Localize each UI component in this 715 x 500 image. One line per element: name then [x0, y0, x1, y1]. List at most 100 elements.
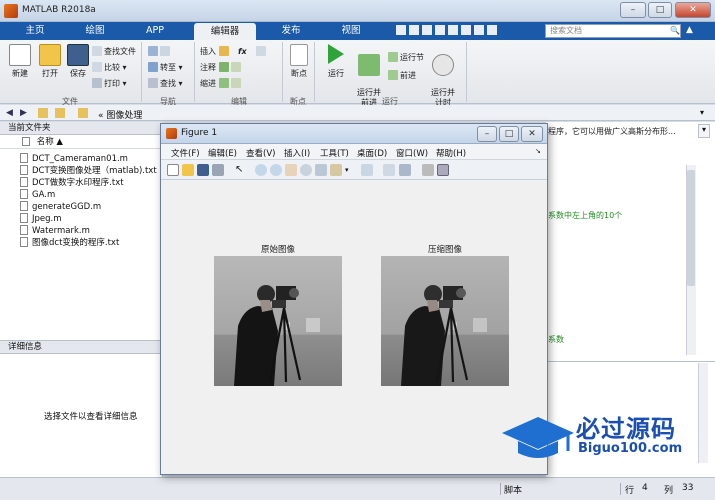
figure-menubar: 文件(F) 编辑(E) 查看(V) 插入(I) 工具(T) 桌面(D) 窗口(W…	[161, 144, 547, 160]
m-file-icon	[20, 225, 28, 235]
indent-icon	[218, 78, 229, 88]
status-col: 33	[682, 483, 694, 493]
breakpoint-icon	[290, 44, 308, 66]
data-cursor-icon[interactable]	[315, 164, 327, 176]
list-item[interactable]: GA.m	[20, 189, 55, 201]
maximize-button[interactable]: □	[648, 2, 672, 18]
tab-publish[interactable]: 发布	[262, 22, 320, 40]
back-arrow-icon[interactable]: ◀	[6, 108, 13, 118]
collapse-ribbon-icon[interactable]: ▲	[686, 25, 696, 37]
run-advance-icon	[358, 54, 380, 76]
txt-file-icon	[20, 237, 28, 247]
browse-folder-icon[interactable]	[55, 108, 65, 118]
insert-button[interactable]: 插入	[200, 46, 231, 58]
print-figure-icon[interactable]	[212, 164, 224, 176]
zoom-out-icon[interactable]	[270, 164, 282, 176]
list-item[interactable]: Watermark.m	[20, 225, 90, 237]
brush-icon[interactable]	[330, 164, 342, 176]
m-file-icon	[20, 201, 28, 211]
figure-close-button[interactable]: ✕	[521, 126, 543, 142]
timer-icon	[432, 54, 454, 76]
legend-icon[interactable]	[399, 164, 411, 176]
tab-view[interactable]: 视图	[322, 22, 380, 40]
pan-icon[interactable]	[285, 164, 297, 176]
list-item[interactable]: DCT变换图像处理（matlab).txt	[20, 165, 157, 177]
compare-button[interactable]: 比较 ▾	[92, 62, 127, 74]
command-scrollbar[interactable]	[698, 363, 708, 463]
folder-icon	[78, 108, 88, 118]
name-column-header[interactable]: 名称 ▲	[0, 136, 163, 149]
current-folder-panel: 当前文件夹 名称 ▲ DCT_Cameraman01.m DCT变换图像处理（m…	[0, 122, 163, 340]
tab-editor[interactable]: 编辑器	[194, 23, 256, 40]
brush-dropdown-icon[interactable]: ▾	[345, 164, 357, 176]
menu-window[interactable]: 窗口(W)	[396, 147, 428, 159]
menu-tools[interactable]: 工具(T)	[320, 147, 349, 159]
insert-more-icon[interactable]	[256, 46, 268, 58]
find-button[interactable]: 查找 ▾	[148, 78, 183, 90]
list-item[interactable]: 图像dct变换的程序.txt	[20, 237, 119, 249]
find-icon	[148, 78, 158, 88]
save-figure-icon[interactable]	[197, 164, 209, 176]
figure-canvas[interactable]: 原始图像 压缩图像	[161, 181, 547, 474]
indent-button[interactable]: 缩进	[200, 78, 243, 90]
new-figure-icon[interactable]	[167, 164, 179, 176]
comment-button[interactable]: 注释	[200, 62, 243, 74]
menu-desktop[interactable]: 桌面(D)	[357, 147, 387, 159]
address-dropdown-icon[interactable]: ▾	[700, 108, 704, 117]
figure-minimize-button[interactable]: –	[477, 126, 497, 142]
search-documentation-input[interactable]: 搜索文档	[545, 24, 681, 38]
hide-plot-tools-icon[interactable]	[422, 164, 434, 176]
goto-button[interactable]: 转至 ▾	[148, 62, 183, 74]
menu-view[interactable]: 查看(V)	[246, 147, 275, 159]
menu-file[interactable]: 文件(F)	[171, 147, 200, 159]
address-bar: ◀ ▶ « 图像处理 ▾	[0, 105, 715, 121]
figure-title-bar[interactable]: Figure 1 – □ ✕	[161, 124, 547, 144]
new-file-icon	[9, 44, 31, 66]
dock-arrow-icon[interactable]: ↘	[535, 147, 541, 155]
figure-window[interactable]: Figure 1 – □ ✕ 文件(F) 编辑(E) 查看(V) 插入(I) 工…	[160, 123, 548, 475]
current-folder-path[interactable]: « 图像处理	[98, 108, 142, 121]
list-item[interactable]: Jpeg.m	[20, 213, 62, 225]
editor-scrollbar-thumb[interactable]	[687, 170, 695, 286]
rotate-3d-icon[interactable]	[300, 164, 312, 176]
tab-home[interactable]: 主页	[6, 22, 64, 40]
status-bar: 脚本 行 4 列 33	[0, 477, 715, 500]
zoom-in-icon[interactable]	[255, 164, 267, 176]
run-icon	[328, 44, 344, 64]
run-button[interactable]: 运行	[322, 44, 350, 79]
run-section-button[interactable]: 运行节	[388, 52, 424, 64]
minimize-button[interactable]: –	[620, 2, 646, 18]
menu-insert[interactable]: 插入(I)	[284, 147, 310, 159]
percent-icon	[218, 62, 229, 72]
link-plot-icon[interactable]	[361, 164, 373, 176]
advance-button[interactable]: 前进	[388, 70, 416, 82]
new-button[interactable]: 新建	[6, 44, 34, 79]
list-item[interactable]: generateGGD.m	[20, 201, 101, 213]
find-files-button[interactable]: 查找文件	[92, 46, 136, 58]
show-plot-tools-icon[interactable]	[437, 164, 449, 176]
print-button[interactable]: 打印 ▾	[92, 78, 127, 90]
search-icon[interactable]: 🔍	[670, 26, 680, 35]
open-file-icon[interactable]	[182, 164, 194, 176]
menu-help[interactable]: 帮助(H)	[436, 147, 466, 159]
close-button[interactable]: ✕	[675, 2, 711, 18]
breakpoints-button[interactable]: 断点	[286, 44, 312, 79]
separator	[314, 42, 315, 102]
editor-options-icon[interactable]: ▾	[698, 124, 710, 138]
up-folder-icon[interactable]	[38, 108, 48, 118]
fx-button[interactable]: fx	[238, 46, 247, 58]
tab-apps[interactable]: APP	[126, 22, 184, 40]
save-button[interactable]: 保存	[64, 44, 92, 79]
pointer-icon[interactable]: ↖	[235, 164, 247, 176]
list-item[interactable]: DCT_Cameraman01.m	[20, 153, 128, 165]
editor-comment-line: 系数	[548, 335, 564, 344]
nav-back-forward[interactable]	[148, 46, 172, 58]
menu-edit[interactable]: 编辑(E)	[208, 147, 237, 159]
open-button[interactable]: 打开	[36, 44, 64, 79]
forward-arrow-icon[interactable]: ▶	[20, 108, 27, 118]
figure-maximize-button[interactable]: □	[499, 126, 519, 142]
colorbar-icon[interactable]	[383, 164, 395, 176]
tab-plots[interactable]: 绘图	[66, 22, 124, 40]
details-panel: 详细信息 选择文件以查看详细信息	[0, 340, 163, 477]
list-item[interactable]: DCT做数字水印程序.txt	[20, 177, 124, 189]
